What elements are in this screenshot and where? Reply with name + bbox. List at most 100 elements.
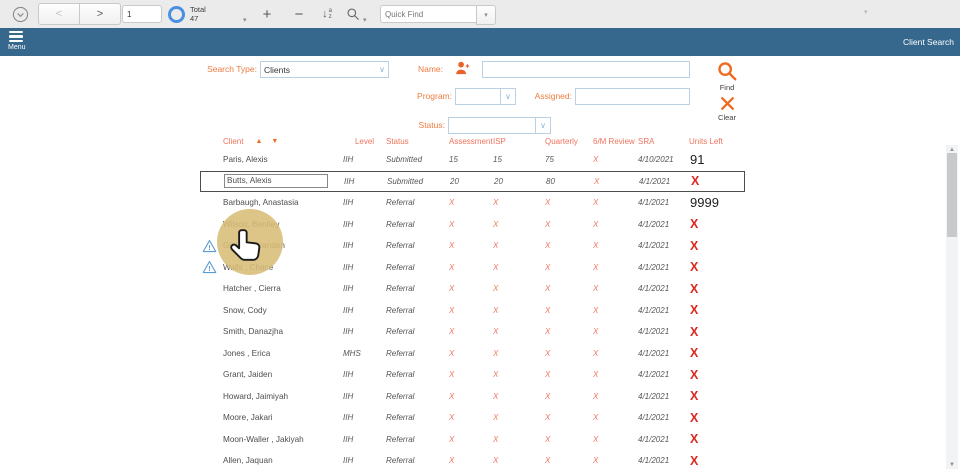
quarterly-cell[interactable]: X [545,435,593,444]
clear-button[interactable]: Clear [707,95,747,122]
status-cell[interactable]: Referral [386,198,449,207]
status-cell[interactable]: Referral [386,349,449,358]
toolbar-overflow-caret[interactable]: ▾ [864,8,868,16]
quarterly-cell[interactable]: X [545,284,593,293]
status-cell[interactable]: Referral [386,435,449,444]
units-left-cell[interactable]: X [689,346,745,360]
client-name-cell[interactable]: Moon-Waller , Jakiyah [223,435,343,444]
6m-review-cell[interactable]: X [593,198,638,207]
status-cell[interactable]: Referral [386,284,449,293]
assessment-cell[interactable]: X [449,263,493,272]
status-cell[interactable]: Referral [386,306,449,315]
scrollbar-thumb[interactable] [947,153,957,237]
sra-cell[interactable]: 4/1/2021 [638,349,689,358]
6m-review-cell[interactable]: X [593,327,638,336]
assessment-cell[interactable]: X [449,220,493,229]
assessment-cell[interactable]: X [449,241,493,250]
6m-review-cell[interactable]: X [593,155,638,164]
client-name-cell[interactable]: Walls , Chace [223,263,343,272]
level-cell[interactable]: IIH [343,413,386,422]
client-name-cell[interactable]: Wilson, Bentley [223,220,343,229]
6m-review-cell[interactable]: X [593,413,638,422]
isp-cell[interactable]: 15 [493,155,545,164]
status-cell[interactable]: Submitted [386,155,449,164]
6m-review-cell[interactable]: X [593,370,638,379]
quarterly-cell[interactable]: X [545,370,593,379]
units-left-cell[interactable]: X [689,282,745,296]
table-row[interactable]: ! Moore, Jakari IIH Referral X X X X 4/1… [200,407,745,429]
quarterly-cell[interactable]: 80 [546,177,594,186]
level-cell[interactable]: IIH [343,456,386,465]
find-button[interactable]: Find [707,60,747,92]
quick-find-input[interactable] [380,5,479,23]
status-cell[interactable]: Referral [386,413,449,422]
isp-cell[interactable]: 20 [494,177,546,186]
table-row[interactable]: ! Walls , Chace IIH Referral X X X X 4/1… [200,257,745,279]
sra-cell[interactable]: 4/1/2021 [638,306,689,315]
table-row[interactable]: ! Jones , Erica MHS Referral X X X X 4/1… [200,343,745,365]
quarterly-cell[interactable]: X [545,241,593,250]
isp-cell[interactable]: X [493,220,545,229]
client-name-cell[interactable]: Hatcher , Cierra [223,284,343,293]
assessment-cell[interactable]: X [449,370,493,379]
quarterly-cell[interactable]: X [545,306,593,315]
sra-cell[interactable]: 4/1/2021 [638,435,689,444]
sra-cell[interactable]: 4/1/2021 [638,413,689,422]
table-row[interactable]: ! Moon-Waller , Jakiyah IIH Referral X X… [200,429,745,451]
assessment-cell[interactable]: 15 [449,155,493,164]
units-left-cell[interactable]: 9999 [689,195,745,210]
search-type-select[interactable]: Clients ∨ [260,61,389,78]
table-row[interactable]: ! Grant, Jaiden IIH Referral X X X X 4/1… [200,364,745,386]
6m-review-cell[interactable]: X [593,241,638,250]
assessment-cell[interactable]: X [449,306,493,315]
units-left-cell[interactable]: X [689,325,745,339]
units-left-cell[interactable]: X [689,411,745,425]
sra-cell[interactable]: 4/1/2021 [638,456,689,465]
isp-cell[interactable]: X [493,435,545,444]
client-name-cell[interactable]: Gower , Branden [223,241,343,250]
status-cell[interactable]: Submitted [387,177,450,186]
units-left-cell[interactable]: X [689,239,745,253]
units-left-cell[interactable]: X [689,217,745,231]
level-cell[interactable]: IIH [343,155,386,164]
level-cell[interactable]: IIH [343,263,386,272]
units-left-cell[interactable]: X [689,454,745,468]
sort-desc-icon[interactable]: ▼ [271,138,278,145]
zoom-in-button[interactable]: + [256,3,278,25]
assessment-cell[interactable]: 20 [450,177,494,186]
status-cell[interactable]: Referral [386,220,449,229]
status-select[interactable] [448,117,539,134]
sort-asc-icon[interactable]: ▲ [255,138,262,145]
toolbar-search-button[interactable] [343,4,363,24]
units-left-cell[interactable]: X [689,303,745,317]
client-name-cell[interactable]: Moore, Jakari [223,413,343,422]
6m-review-cell[interactable]: X [593,392,638,401]
assessment-cell[interactable]: X [449,284,493,293]
isp-cell[interactable]: X [493,349,545,358]
status-cell[interactable]: Referral [386,392,449,401]
record-number-input[interactable] [122,5,162,23]
level-cell[interactable]: IIH [343,327,386,336]
assessment-cell[interactable]: X [449,198,493,207]
isp-cell[interactable]: X [493,198,545,207]
client-name-cell[interactable]: Paris, Alexis [223,155,343,164]
add-person-button[interactable] [454,60,471,77]
isp-cell[interactable]: X [493,263,545,272]
next-record-button[interactable]: > [79,3,121,25]
sra-cell[interactable]: 4/10/2021 [638,155,689,164]
table-row[interactable]: ! Smith, Danazjha IIH Referral X X X X 4… [200,321,745,343]
table-row[interactable]: ! Butts, Alexis IIH Submitted 20 20 80 X… [200,171,745,193]
units-left-cell[interactable]: X [689,260,745,274]
record-menu-button[interactable] [12,6,29,23]
6m-review-cell[interactable]: X [593,220,638,229]
isp-cell[interactable]: X [493,413,545,422]
sra-cell[interactable]: 4/1/2021 [639,177,690,186]
level-cell[interactable]: IIH [343,241,386,250]
table-row[interactable]: ! Gower , Branden IIH Referral X X X X 4… [200,235,745,257]
assessment-cell[interactable]: X [449,413,493,422]
menu-button[interactable]: Menu [8,31,38,51]
6m-review-cell[interactable]: X [593,284,638,293]
sra-cell[interactable]: 4/1/2021 [638,241,689,250]
previous-record-button[interactable]: < [38,3,80,25]
units-left-cell[interactable]: X [689,389,745,403]
